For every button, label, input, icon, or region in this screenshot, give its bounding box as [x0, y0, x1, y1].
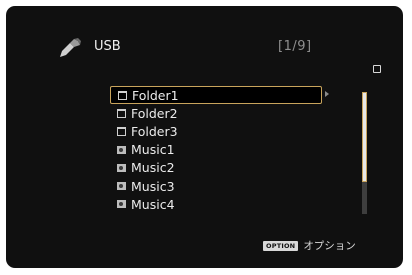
folder-icon: [117, 108, 126, 118]
list-item-label: Music4: [131, 196, 175, 212]
list-item-music2[interactable]: Music2: [110, 159, 322, 177]
scrollbar-thumb[interactable]: [362, 92, 367, 183]
scrollbar[interactable]: [362, 92, 367, 214]
list-item-label: Folder3: [131, 123, 178, 139]
file-list: Folder1 Folder2 Folder3 Music1 Music2 Mu…: [110, 86, 322, 213]
usb-icon: [60, 38, 81, 57]
screen: USB [1/9] Folder1 Folder2 Folder3 Music1…: [6, 6, 403, 268]
folder-icon: [117, 126, 126, 136]
list-item-label: Music1: [131, 142, 175, 158]
chevron-right-icon: [325, 91, 329, 97]
music-file-icon: [117, 163, 126, 172]
list-item-label: Folder2: [131, 105, 178, 121]
indicator-square-icon: [373, 65, 381, 73]
list-item-music1[interactable]: Music1: [110, 141, 322, 159]
list-item-label: Folder1: [132, 87, 179, 103]
music-file-icon: [117, 200, 126, 209]
list-item-music4[interactable]: Music4: [110, 195, 322, 213]
music-file-icon: [117, 182, 126, 191]
option-button-badge: OPTION: [263, 240, 299, 251]
page-count: [1/9]: [278, 39, 312, 54]
music-file-icon: [117, 145, 126, 154]
option-label: オプション: [303, 240, 356, 252]
option-hint: OPTION オプション: [263, 238, 356, 253]
list-item-label: Music3: [131, 178, 175, 194]
folder-icon: [118, 90, 127, 100]
list-item-music3[interactable]: Music3: [110, 177, 322, 195]
list-item-folder1[interactable]: Folder1: [110, 86, 322, 105]
list-item-folder2[interactable]: Folder2: [110, 104, 322, 122]
list-item-label: Music2: [131, 160, 175, 176]
list-item-folder3[interactable]: Folder3: [110, 122, 322, 140]
source-label: USB: [94, 39, 121, 54]
